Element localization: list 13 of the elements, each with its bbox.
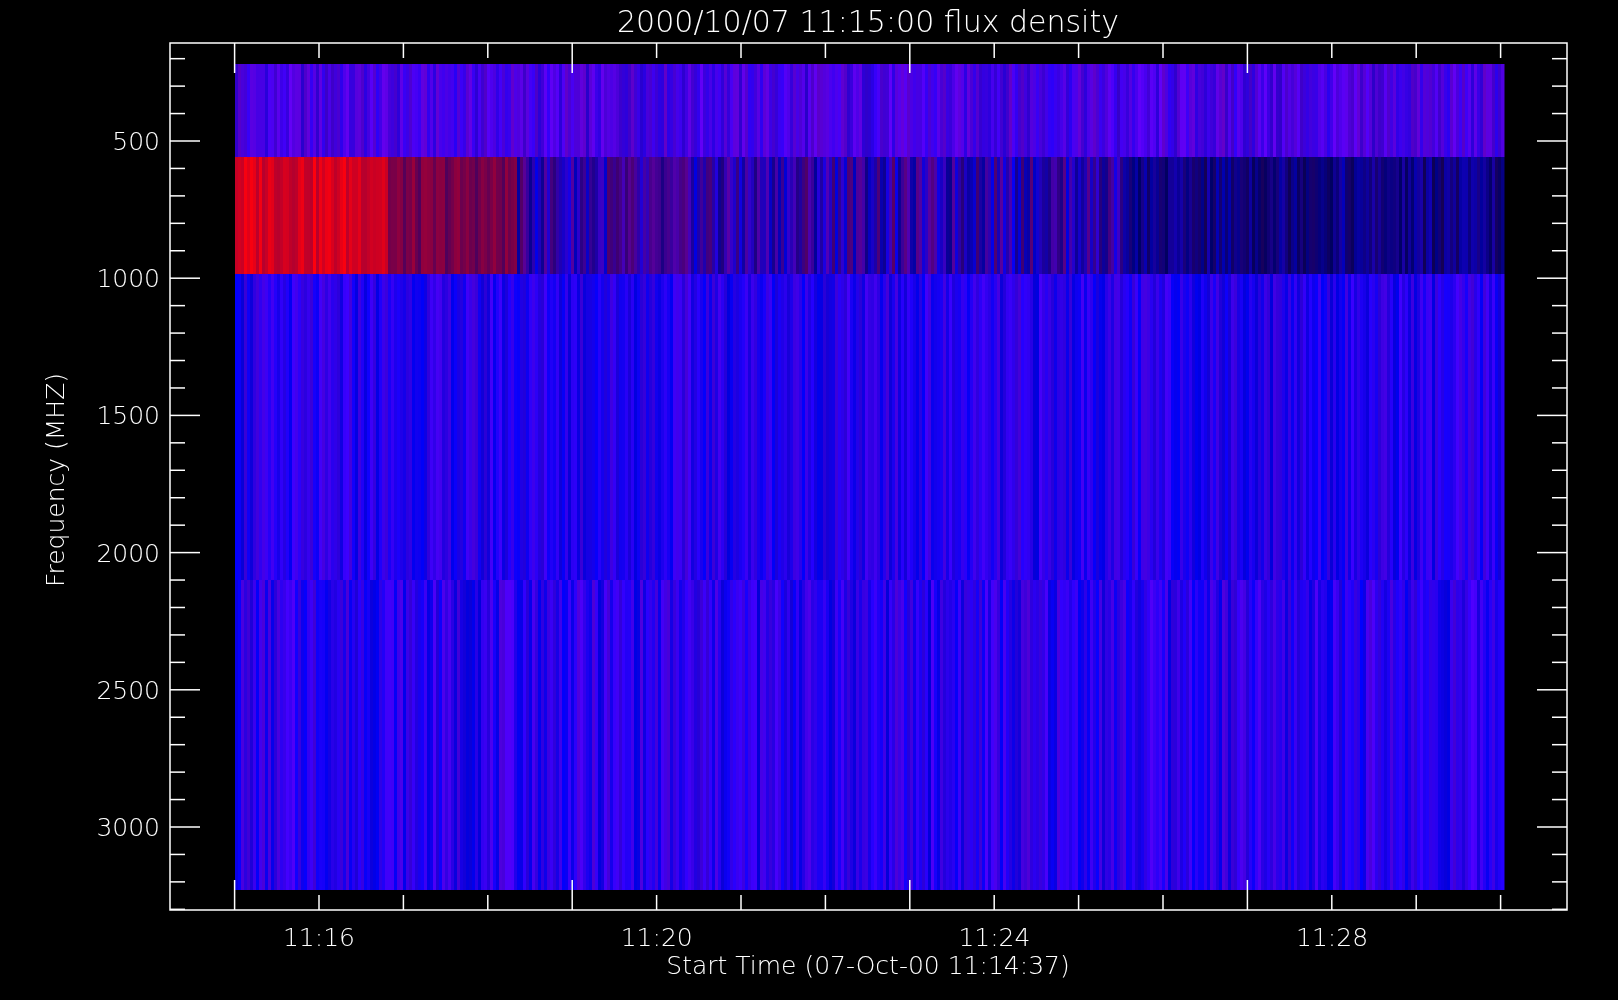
plot-title: 2000/10/07 11:15:00 flux density [617, 4, 1119, 39]
axis-tick-label: 2000 [96, 538, 160, 568]
axis-tick-label: 2500 [96, 675, 160, 705]
y-axis-label: Frequency (MHZ) [41, 372, 70, 588]
x-axis-label: Start Time (07-Oct-00 11:14:37) [666, 951, 1070, 980]
axis-tick-label: 500 [112, 127, 160, 156]
axis-tick-label: 1500 [96, 401, 160, 431]
axis-tick-label: 3000 [96, 813, 160, 842]
axis-tick-label: 11:16 [283, 923, 355, 952]
axis-tick-label: 11:24 [958, 923, 1031, 952]
axis-tick-label: 11:20 [620, 923, 693, 952]
axis-tick-label: 1000 [96, 264, 160, 294]
axis-tick-label: 11:28 [1296, 923, 1369, 952]
